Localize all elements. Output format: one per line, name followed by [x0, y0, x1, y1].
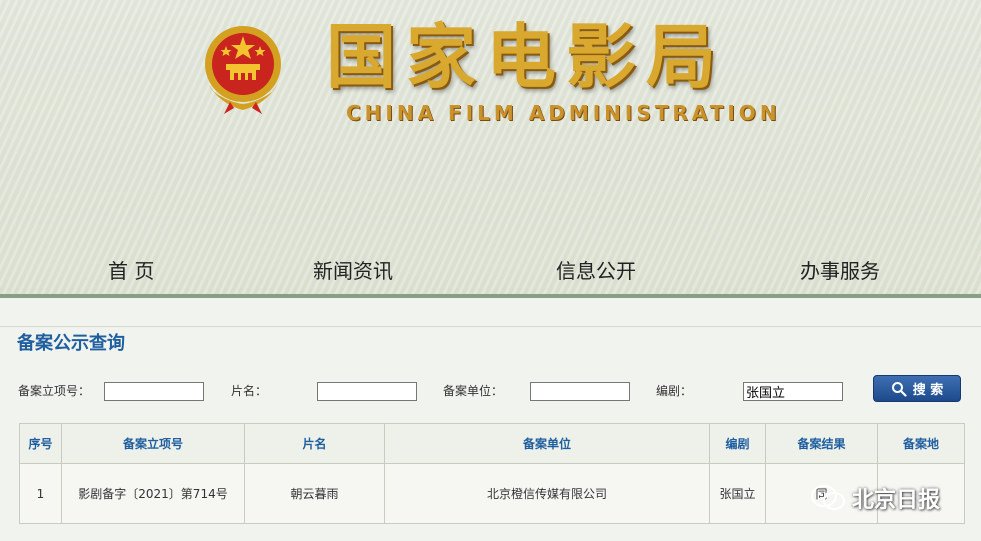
- cell-filing-unit: 北京橙信传媒有限公司: [384, 463, 710, 524]
- filing-number-label: 备案立项号：: [18, 384, 91, 398]
- cell-screenwriter: 张国立: [709, 463, 766, 524]
- national-emblem-icon: [200, 22, 286, 116]
- search-icon: [891, 381, 907, 397]
- film-title-input[interactable]: [317, 382, 417, 401]
- screenwriter-input[interactable]: [743, 382, 843, 401]
- cell-index: 1: [19, 463, 62, 524]
- nav-item-services[interactable]: 办事服务: [800, 258, 880, 284]
- main-nav: 首 页 新闻资讯 信息公开 办事服务: [0, 246, 981, 296]
- column-header-index: 序号: [19, 423, 62, 464]
- film-title-label: 片名：: [231, 384, 268, 398]
- filing-unit-label: 备案单位：: [443, 384, 504, 398]
- cell-filing-number-link[interactable]: 影剧备字〔2021〕第714号: [61, 463, 245, 524]
- cell-film-title: 朝云暮雨: [244, 463, 385, 524]
- column-header-filing-number: 备案立项号: [61, 423, 245, 464]
- nav-item-home[interactable]: 首 页: [108, 258, 154, 284]
- screenwriter-label: 编剧：: [656, 384, 693, 398]
- nav-item-info-disclosure[interactable]: 信息公开: [556, 258, 636, 284]
- nav-item-news[interactable]: 新闻资讯: [313, 258, 393, 284]
- column-header-filing-result: 备案结果: [765, 423, 878, 464]
- watermark-text: 北京日报: [852, 488, 941, 513]
- section-title: 备案公示查询: [17, 333, 125, 354]
- filing-number-input[interactable]: [104, 382, 204, 401]
- filing-unit-input[interactable]: [530, 382, 630, 401]
- wechat-icon: [811, 485, 845, 510]
- watermark: 北京日报: [810, 480, 940, 516]
- site-title-cn: 国家电影局: [326, 15, 726, 98]
- search-button[interactable]: 搜 索: [873, 375, 961, 402]
- column-header-screenwriter: 编剧: [709, 423, 766, 464]
- content-divider: [0, 326, 981, 327]
- site-title-en: CHINA FILM ADMINISTRATION: [346, 101, 781, 125]
- column-header-filing-unit: 备案单位: [384, 423, 710, 464]
- site-header: 国家电影局 CHINA FILM ADMINISTRATION 首 页 新闻资讯…: [0, 0, 981, 296]
- column-header-film-title: 片名: [244, 423, 385, 464]
- search-button-label: 搜 索: [912, 383, 944, 398]
- table-header-row: 序号 备案立项号 片名 备案单位 编剧 备案结果 备案地: [19, 423, 965, 464]
- column-header-filing-location: 备案地: [877, 423, 965, 464]
